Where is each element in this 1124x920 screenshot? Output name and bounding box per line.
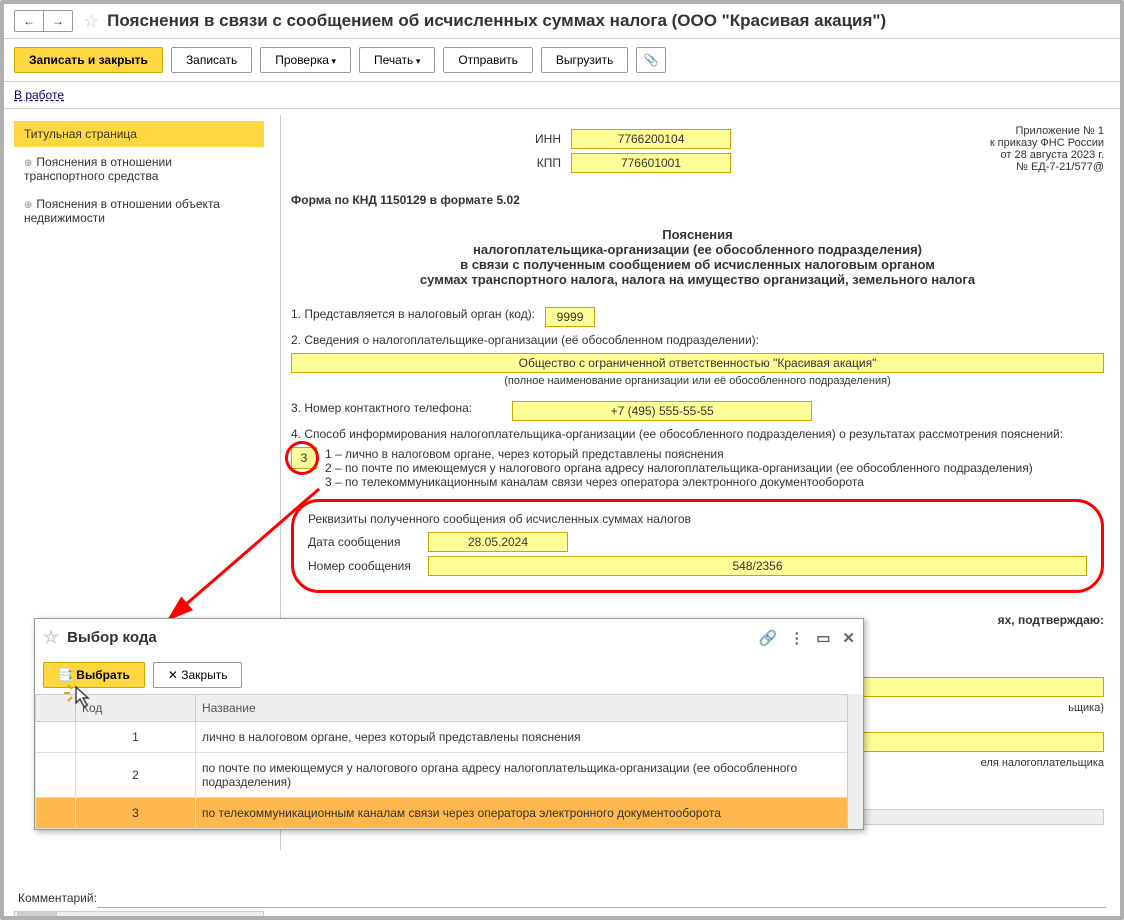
table-row[interactable]: 2 по почте по имеющемуся у налогового ор… xyxy=(36,753,863,798)
sidebar-item-property[interactable]: Пояснения в отношении объекта недвижимос… xyxy=(14,191,264,231)
comment-bar: Комментарий: xyxy=(14,884,1110,912)
modal-star-icon[interactable]: ☆ xyxy=(43,627,59,648)
inn-field[interactable]: 7766200104 xyxy=(571,129,731,149)
method-opt-1: 1 – лично в налоговом органе, через кото… xyxy=(325,447,1033,461)
org-name-field[interactable]: Общество с ограниченной ответственностью… xyxy=(291,353,1104,373)
req-title: Реквизиты полученного сообщения об исчис… xyxy=(308,512,1087,526)
phone-field[interactable]: +7 (495) 555-55-55 xyxy=(512,401,812,421)
row-code: 1 xyxy=(76,722,196,753)
window-title: Пояснения в связи с сообщением об исчисл… xyxy=(107,11,886,31)
table-row[interactable]: 1 лично в налоговом органе, через которы… xyxy=(36,722,863,753)
toolbar: Записать и закрыть Записать Проверка Печ… xyxy=(4,39,1120,81)
requisites-box: Реквизиты полученного сообщения об исчис… xyxy=(291,499,1104,593)
row-code: 3 xyxy=(76,798,196,829)
modal-title: Выбор кода xyxy=(67,629,157,646)
ft-2: налогоплательщика-организации (ее обособ… xyxy=(291,242,1104,257)
tax-code-field[interactable]: 9999 xyxy=(545,307,595,327)
msg-date-field[interactable]: 28.05.2024 xyxy=(428,532,568,552)
msg-num-field[interactable]: 548/2356 xyxy=(428,556,1087,576)
status-bar: В работе xyxy=(4,81,1120,109)
code-select-modal: ☆ Выбор кода 🔗 ⋮ ▭ ✕ 📑 Выбрать ✕ Закрыть… xyxy=(34,618,864,830)
back-button[interactable]: ← xyxy=(14,10,44,32)
org-hint: (полное наименование организации или её … xyxy=(291,375,1104,387)
sidebar-hscroll[interactable] xyxy=(14,911,264,920)
attach-line-1: Приложение № 1 xyxy=(990,125,1104,137)
sec2-label: 2. Сведения о налогоплательщике-организа… xyxy=(291,333,759,347)
titlebar: ← → ☆ Пояснения в связи с сообщением об … xyxy=(4,4,1120,39)
sidebar-item-transport[interactable]: Пояснения в отношении транспортного сред… xyxy=(14,149,264,189)
ft-4: суммах транспортного налога, налога на и… xyxy=(291,272,1104,287)
close-button-label: Закрыть xyxy=(181,668,227,682)
table-row-selected[interactable]: 3 по телекоммуникационным каналам связи … xyxy=(36,798,863,829)
modal-link-icon[interactable]: 🔗 xyxy=(759,629,778,647)
msg-num-label: Номер сообщения xyxy=(308,559,428,573)
method-options: 1 – лично в налоговом органе, через кото… xyxy=(325,447,1033,489)
send-button[interactable]: Отправить xyxy=(443,47,533,73)
modal-vscroll[interactable] xyxy=(847,694,863,829)
save-close-button[interactable]: Записать и закрыть xyxy=(14,47,163,73)
star-icon[interactable]: ☆ xyxy=(83,11,99,32)
col-name[interactable]: Название xyxy=(196,695,863,722)
close-button[interactable]: ✕ Закрыть xyxy=(153,662,243,688)
row-name: по телекоммуникационным каналам связи че… xyxy=(196,798,863,829)
inn-label: ИНН xyxy=(511,132,561,146)
attach-button[interactable]: 📎 xyxy=(636,47,666,73)
modal-more-icon[interactable]: ⋮ xyxy=(789,629,804,647)
highlight-circle xyxy=(285,441,319,475)
form-code: Форма по КНД 1150129 в формате 5.02 xyxy=(291,193,1104,207)
comment-label: Комментарий: xyxy=(18,891,97,905)
modal-maximize-icon[interactable]: ▭ xyxy=(816,629,830,647)
row-name: лично в налоговом органе, через который … xyxy=(196,722,863,753)
kpp-label: КПП xyxy=(511,156,561,170)
code-table: Код Название 1 лично в налоговом органе,… xyxy=(35,694,863,829)
kpp-field[interactable]: 776601001 xyxy=(571,153,731,173)
print-button[interactable]: Печать xyxy=(359,47,435,73)
sidebar-item-title-page[interactable]: Титульная страница xyxy=(14,121,264,147)
forward-button[interactable]: → xyxy=(43,10,73,32)
msg-date-label: Дата сообщения xyxy=(308,535,428,549)
ft-1: Пояснения xyxy=(291,227,1104,242)
comment-input[interactable] xyxy=(97,888,1106,908)
sec3-label: 3. Номер контактного телефона: xyxy=(291,401,472,415)
method-opt-3: 3 – по телекоммуникационным каналам связ… xyxy=(325,475,1033,489)
cursor-click-icon xyxy=(62,679,98,722)
form-title: Пояснения налогоплательщика-организации … xyxy=(291,227,1104,287)
method-opt-2: 2 – по почте по имеющемуся у налогового … xyxy=(325,461,1033,475)
sec1-label: 1. Представляется в налоговый орган (код… xyxy=(291,307,535,321)
attachment-info: Приложение № 1 к приказу ФНС России от 2… xyxy=(990,125,1104,173)
attach-line-4: № ЕД-7-21/577@ xyxy=(990,161,1104,173)
status-link[interactable]: В работе xyxy=(14,88,64,102)
save-button[interactable]: Записать xyxy=(171,47,252,73)
modal-close-icon[interactable]: ✕ xyxy=(842,629,855,647)
export-button[interactable]: Выгрузить xyxy=(541,47,629,73)
attach-line-2: к приказу ФНС России xyxy=(990,137,1104,149)
ft-3: в связи с полученным сообщением об исчис… xyxy=(291,257,1104,272)
row-name: по почте по имеющемуся у налогового орга… xyxy=(196,753,863,798)
sec4-label: 4. Способ информирования налогоплательщи… xyxy=(291,427,1063,441)
check-button[interactable]: Проверка xyxy=(260,47,351,73)
row-code: 2 xyxy=(76,753,196,798)
attach-line-3: от 28 августа 2023 г. xyxy=(990,149,1104,161)
